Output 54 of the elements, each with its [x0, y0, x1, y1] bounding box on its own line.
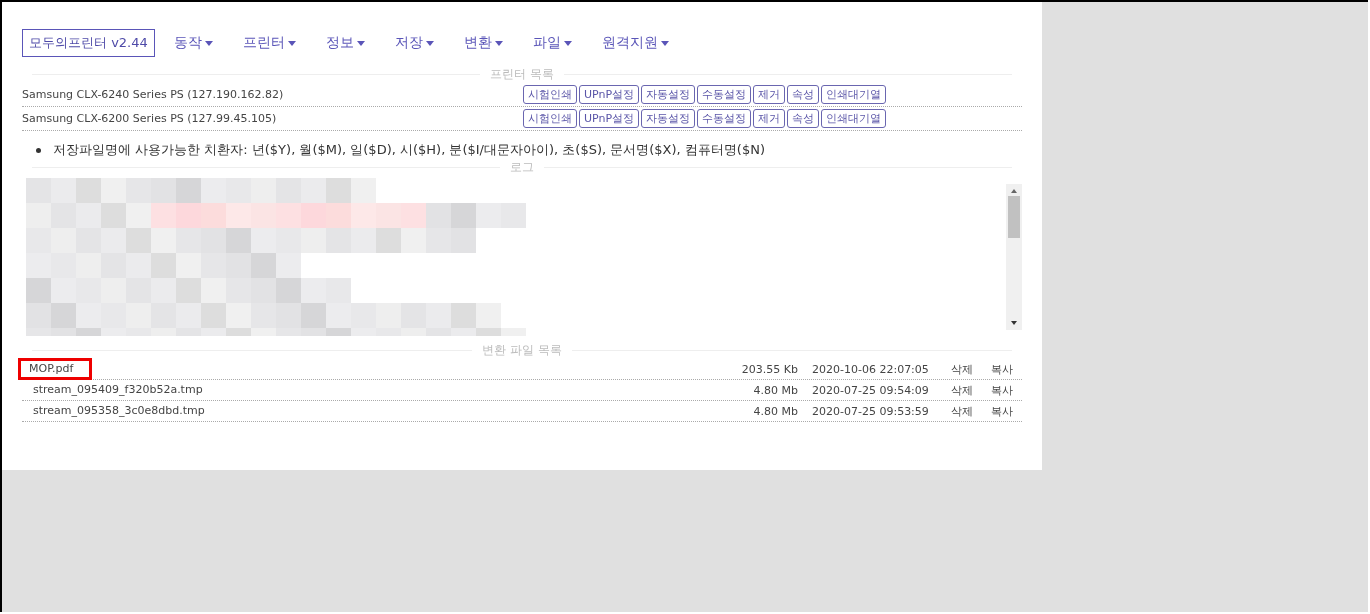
menu-item[interactable]: 정보 — [316, 34, 374, 52]
menu-item[interactable]: 변환 — [454, 34, 512, 52]
bullet-icon — [36, 147, 41, 153]
printer-action-button[interactable]: 수동설정 — [697, 85, 752, 104]
printer-action-button[interactable]: 자동설정 — [641, 85, 696, 104]
printer-action-button[interactable]: 속성 — [787, 85, 820, 104]
printer-action-button[interactable]: 시험인쇄 — [523, 85, 577, 104]
file-name: MOP.pdf — [18, 358, 93, 380]
caret-icon — [425, 40, 434, 46]
menu-item[interactable]: 원격지원 — [592, 34, 678, 52]
printer-action-button[interactable]: 인쇄대기열 — [821, 109, 887, 128]
printer-action-button[interactable]: 인쇄대기열 — [821, 85, 887, 104]
app-title[interactable]: 모두의프린터 v2.44 — [22, 29, 155, 57]
menu-item[interactable]: 프린터 — [233, 34, 305, 52]
caret-icon — [563, 40, 572, 46]
printer-action-button[interactable]: UPnP설정 — [579, 85, 640, 104]
caret-icon — [204, 40, 213, 46]
printer-action-button[interactable]: 시험인쇄 — [523, 109, 577, 128]
section-title: 변환 파일 목록 — [482, 342, 562, 359]
printer-action-button[interactable]: 속성 — [787, 109, 820, 128]
note-text: 저장파일명에 사용가능한 치환자: 년($Y), 월($M), 일($D), 시($H), 분($I/대문자아이), 초($S), 문서명($X), 컴퓨터명($N) — [53, 141, 765, 159]
delete-link[interactable]: 삭제 — [942, 382, 982, 398]
scroll-down-icon[interactable] — [1011, 321, 1017, 325]
caret-icon — [356, 40, 365, 46]
printer-name: Samsung CLX-6240 Series PS (127.190.162.82) — [22, 88, 285, 101]
scrollbar[interactable] — [1006, 184, 1022, 330]
printer-name: Samsung CLX-6200 Series PS (127.99.45.105) — [22, 112, 278, 125]
file-size: 203.55 Kb — [740, 362, 798, 376]
caret-icon — [494, 40, 503, 46]
caret-icon — [287, 40, 296, 46]
printer-action-button[interactable]: 수동설정 — [697, 109, 752, 128]
file-name: stream_095409_f320b52a.tmp — [32, 382, 204, 398]
file-size: 4.80 Mb — [752, 404, 798, 418]
file-date: 2020-10-06 22:07:05 — [812, 362, 930, 376]
file-date: 2020-07-25 09:54:09 — [812, 383, 930, 397]
delete-link[interactable]: 삭제 — [942, 403, 982, 419]
copy-link[interactable]: 복사 — [982, 403, 1022, 419]
file-name: stream_095358_3c0e8dbd.tmp — [32, 403, 206, 419]
menu-item[interactable]: 동작 — [164, 34, 222, 52]
copy-link[interactable]: 복사 — [982, 382, 1022, 398]
caret-icon — [660, 40, 669, 46]
printer-action-button[interactable]: 자동설정 — [641, 109, 696, 128]
file-size: 4.80 Mb — [752, 383, 798, 397]
menu-item[interactable]: 저장 — [385, 34, 443, 52]
section-title: 프린터 목록 — [490, 66, 554, 83]
copy-link[interactable]: 복사 — [982, 361, 1022, 377]
scroll-thumb[interactable] — [1008, 196, 1020, 238]
section-title: 로그 — [510, 159, 534, 176]
printer-action-button[interactable]: 제거 — [753, 85, 786, 104]
menu-item[interactable]: 파일 — [523, 34, 581, 52]
delete-link[interactable]: 삭제 — [942, 361, 982, 377]
printer-action-button[interactable]: 제거 — [753, 109, 786, 128]
file-date: 2020-07-25 09:53:59 — [812, 404, 930, 418]
printer-action-button[interactable]: UPnP설정 — [579, 109, 640, 128]
